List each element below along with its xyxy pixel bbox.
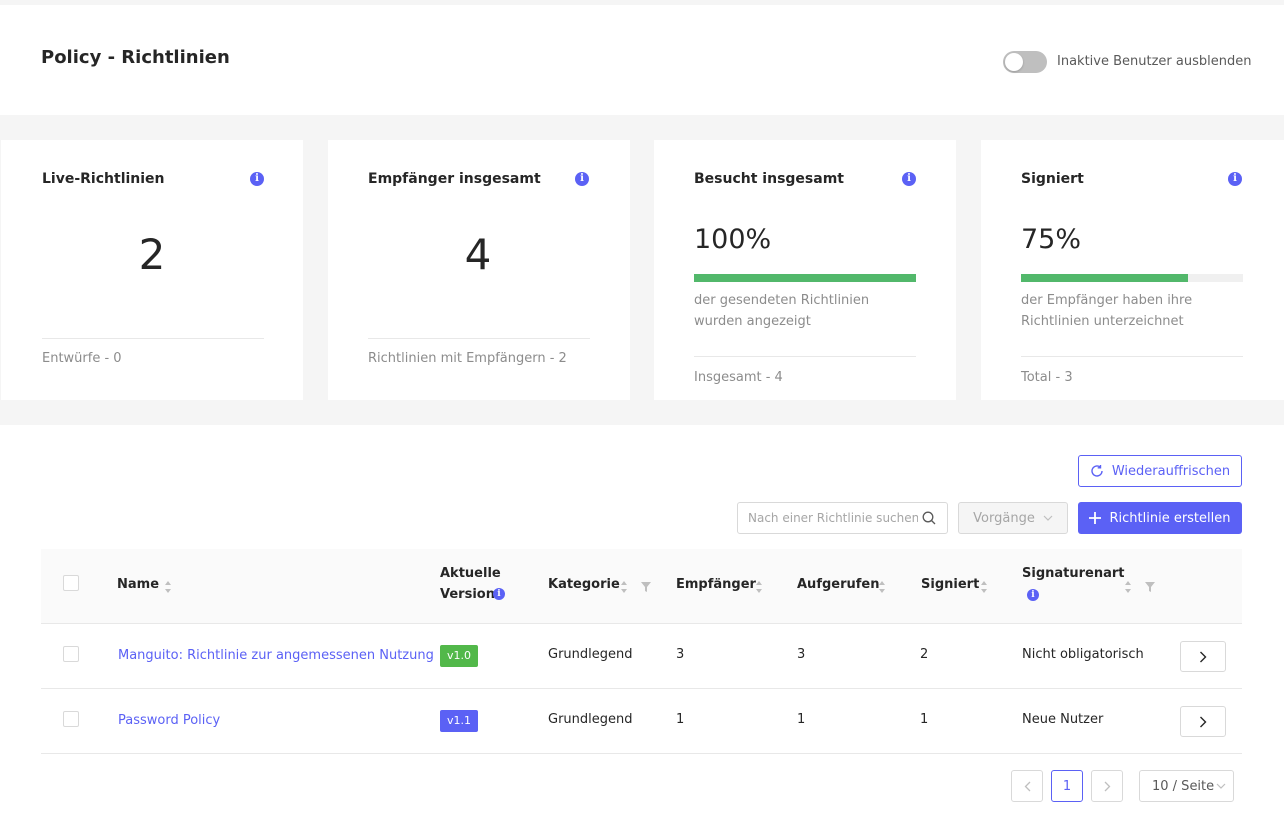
info-icon[interactable]: i (1228, 172, 1242, 186)
signature-type-cell: Neue Nutzer (1022, 712, 1104, 727)
chevron-right-icon (1200, 716, 1207, 727)
progress-fill (694, 274, 916, 282)
info-icon[interactable]: i (250, 172, 264, 186)
search-icon[interactable] (921, 510, 937, 526)
stat-value: 2 (138, 230, 166, 279)
category-cell: Grundlegend (548, 647, 633, 662)
chevron-right-icon (1104, 781, 1110, 791)
info-icon[interactable]: i (493, 588, 505, 600)
stat-card-total-visited: Besucht insgesamt i 100% der gesendeten … (654, 140, 956, 400)
column-header-recipients[interactable]: Empfänger (676, 574, 756, 595)
sort-icon[interactable] (1124, 580, 1132, 594)
create-policy-button[interactable]: Richtlinie erstellen (1078, 502, 1242, 534)
card-description: der gesendeten Richtlinien wurden angeze… (694, 293, 870, 329)
sort-icon[interactable] (620, 580, 628, 594)
category-cell: Grundlegend (548, 712, 633, 727)
policy-name-link[interactable]: Password Policy (118, 713, 220, 728)
progress-fill (1021, 274, 1188, 282)
card-title: Live-Richtlinien (42, 171, 165, 187)
info-icon[interactable]: i (575, 172, 589, 186)
hide-inactive-users-toggle[interactable] (1003, 51, 1047, 73)
page-title: Policy - Richtlinien (41, 47, 230, 68)
visited-progress-bar (694, 274, 916, 282)
version-badge: v1.1 (440, 710, 479, 732)
card-title: Besucht insgesamt (694, 171, 844, 187)
card-divider (368, 338, 590, 339)
recipients-cell: 3 (676, 647, 685, 662)
version-badge: v1.0 (440, 645, 479, 667)
open-policy-button[interactable] (1180, 641, 1226, 672)
card-divider (1021, 356, 1243, 357)
sort-icon[interactable] (878, 580, 886, 594)
opened-cell: 1 (797, 712, 806, 727)
signed-cell: 1 (920, 712, 929, 727)
policies-table: Name Aktuelle Version i Kategorie Empfän… (41, 549, 1242, 754)
plus-icon (1089, 512, 1102, 524)
chevron-down-icon (1216, 783, 1226, 789)
refresh-label: Wiederauffrischen (1111, 463, 1231, 479)
info-icon[interactable]: i (1027, 589, 1039, 601)
page-size-label: 10 / Seite (1152, 778, 1215, 794)
stat-card-total-recipients: Empfänger insgesamt i 4 Richtlinien mit … (328, 140, 630, 400)
stat-percentage: 75% (1021, 224, 1082, 255)
policy-search[interactable] (737, 502, 948, 534)
chevron-left-icon (1024, 781, 1030, 791)
recipients-cell: 1 (676, 712, 685, 727)
column-header-opened[interactable]: Aufgerufen (797, 574, 880, 595)
toggle-knob (1005, 53, 1023, 71)
policy-name-link[interactable]: Manguito: Richtlinie zur angemessenen Nu… (118, 648, 434, 663)
page-button-current[interactable]: 1 (1051, 770, 1083, 802)
signature-type-cell: Nicht obligatorisch (1022, 647, 1144, 662)
create-label: Richtlinie erstellen (1109, 510, 1231, 526)
next-page-button[interactable] (1091, 770, 1123, 802)
card-footer: Entwürfe - 0 (42, 351, 122, 366)
select-all-checkbox[interactable] (63, 575, 79, 591)
row-checkbox[interactable] (63, 711, 79, 727)
sort-icon[interactable] (164, 580, 172, 594)
info-icon[interactable]: i (902, 172, 916, 186)
sort-icon[interactable] (980, 580, 988, 594)
search-input[interactable] (748, 511, 918, 525)
signed-cell: 2 (920, 647, 929, 662)
policies-panel: Wiederauffrischen Vorgänge Richtlinie er… (0, 425, 1284, 833)
table-row: Password Policy v1.1 Grundlegend 1 1 1 N… (41, 689, 1242, 754)
signed-progress-bar (1021, 274, 1243, 282)
actions-label: Vorgänge (973, 510, 1035, 526)
column-header-version-line1: Aktuelle (440, 566, 501, 581)
open-policy-button[interactable] (1180, 706, 1226, 737)
column-header-signed[interactable]: Signiert (921, 574, 979, 595)
actions-select[interactable]: Vorgänge (958, 502, 1068, 534)
refresh-button[interactable]: Wiederauffrischen (1078, 455, 1242, 487)
page-header: Policy - Richtlinien Inaktive Benutzer a… (0, 5, 1284, 115)
table-row: Manguito: Richtlinie zur angemessenen Nu… (41, 624, 1242, 689)
chevron-down-icon (1043, 515, 1053, 521)
column-header-category[interactable]: Kategorie (548, 574, 620, 595)
chevron-right-icon (1200, 651, 1207, 662)
card-title: Empfänger insgesamt (368, 171, 541, 187)
page-size-select[interactable]: 10 / Seite (1139, 770, 1234, 802)
card-footer: Richtlinien mit Empfängern - 2 (368, 351, 567, 366)
stat-value: 4 (464, 230, 492, 279)
filter-icon[interactable] (1145, 582, 1155, 592)
table-header: Name Aktuelle Version i Kategorie Empfän… (41, 549, 1242, 624)
toggle-label: Inaktive Benutzer ausblenden (1057, 54, 1252, 69)
stat-card-signed: Signiert i 75% der Empfänger haben ihre … (981, 140, 1284, 400)
column-header-name[interactable]: Name (117, 574, 159, 595)
row-checkbox[interactable] (63, 646, 79, 662)
card-footer: Total - 3 (1021, 370, 1073, 385)
card-description: der Empfänger haben ihre Richtlinien unt… (1021, 293, 1193, 329)
sort-icon[interactable] (755, 580, 763, 594)
previous-page-button[interactable] (1011, 770, 1043, 802)
stat-percentage: 100% (694, 224, 772, 255)
column-header-signature-type[interactable]: Signaturenart (1022, 563, 1125, 584)
opened-cell: 3 (797, 647, 806, 662)
refresh-icon (1091, 465, 1103, 477)
card-divider (42, 338, 264, 339)
card-footer: Insgesamt - 4 (694, 370, 783, 385)
column-header-version-line2: Version (440, 587, 495, 602)
card-title: Signiert (1021, 171, 1084, 187)
filter-icon[interactable] (641, 582, 651, 592)
stat-card-live-policies: Live-Richtlinien i 2 Entwürfe - 0 (1, 140, 303, 400)
card-divider (694, 356, 916, 357)
